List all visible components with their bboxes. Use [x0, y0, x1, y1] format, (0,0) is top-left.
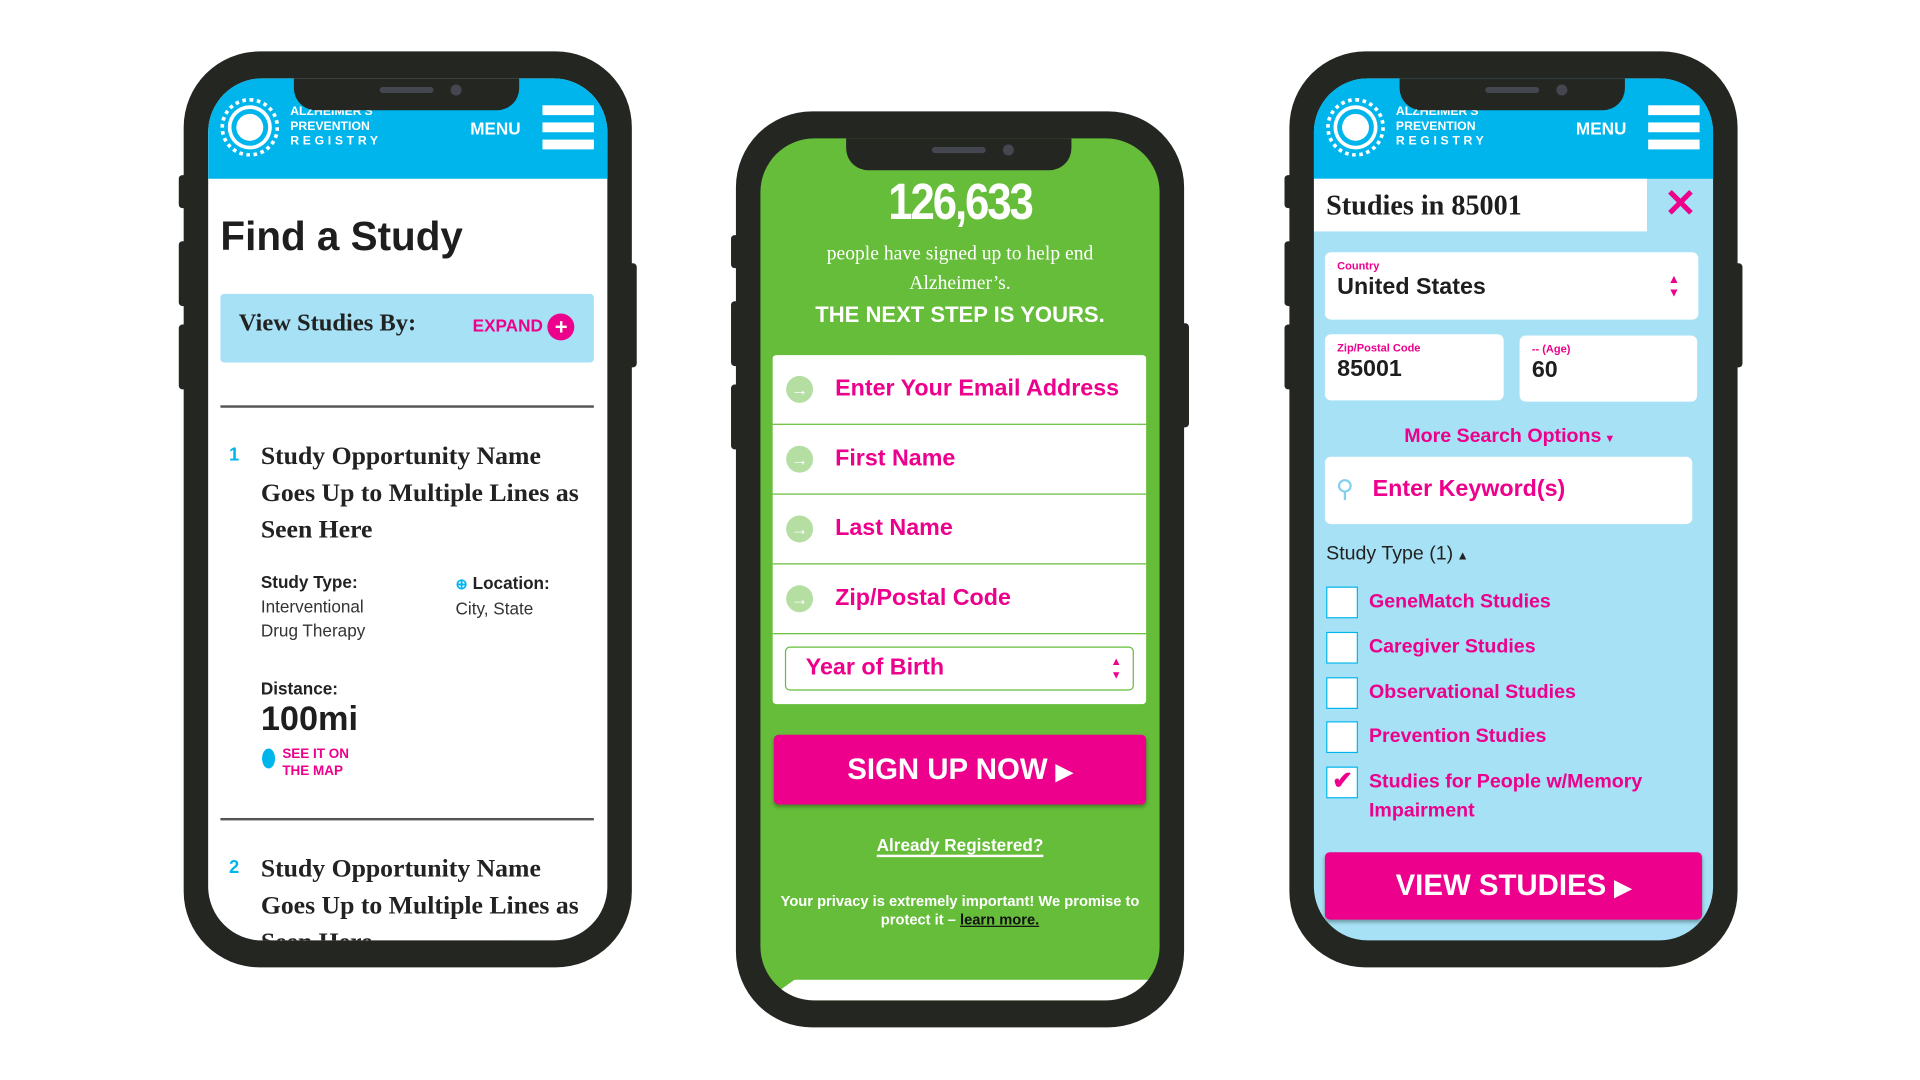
- divider: [220, 817, 594, 821]
- study-number: 1: [228, 444, 240, 466]
- already-registered-wrap: Already Registered?: [760, 835, 1159, 858]
- learn-more-link[interactable]: learn more.: [960, 911, 1039, 928]
- checkbox-genematch[interactable]: [1326, 586, 1358, 619]
- search-icon: ⚲: [1335, 476, 1354, 504]
- checkmark-icon: ✔: [1332, 767, 1353, 795]
- checkbox-caregiver[interactable]: [1326, 631, 1358, 664]
- screen: 126,633 people have signed up to help en…: [760, 138, 1160, 1001]
- country-select[interactable]: Country United States ▲ ▼: [1324, 252, 1699, 320]
- logo-text: ALZHEIMER'S PREVENTION REGISTRY: [1395, 105, 1488, 149]
- search-title: Studies in 85001: [1326, 189, 1522, 221]
- privacy-text: Your privacy is extremely important! We …: [780, 892, 1140, 929]
- more-search-options-link[interactable]: More Search Options ▼: [1314, 426, 1706, 448]
- globe-icon: ⊕: [455, 575, 468, 593]
- logo-icon[interactable]: [220, 97, 280, 157]
- view-by-label: View Studies By:: [238, 309, 417, 337]
- map-pin-icon: ⬮: [260, 745, 277, 773]
- zip-field[interactable]: → Zip/Postal Code: [772, 564, 1147, 635]
- page-title: Find a Study: [220, 213, 463, 259]
- last-name-field[interactable]: → Last Name: [772, 495, 1147, 565]
- location-label: ⊕ Location:: [455, 573, 550, 593]
- close-icon[interactable]: ✕: [1664, 184, 1697, 223]
- keyword-input[interactable]: ⚲ Enter Keyword(s): [1324, 456, 1693, 525]
- checkbox-label[interactable]: Observational Studies: [1369, 678, 1687, 707]
- signup-subtitle: people have signed up to help end Alzheim…: [826, 243, 1094, 294]
- view-studies-button[interactable]: VIEW STUDIES ▶: [1324, 852, 1703, 920]
- first-name-field[interactable]: → First Name: [772, 425, 1147, 495]
- arrow-right-icon: →: [786, 445, 814, 473]
- distance-value: 100mi: [260, 699, 359, 738]
- view-studies-by-panel[interactable]: View Studies By: EXPAND +: [220, 293, 594, 363]
- menu-label[interactable]: MENU: [470, 119, 520, 139]
- phone-search: ALZHEIMER'S PREVENTION REGISTRY MENU Studi…: [1284, 51, 1743, 968]
- study-number: 2: [228, 857, 240, 878]
- caret-down-icon: ▼: [1601, 432, 1616, 445]
- screen: ALZHEIMER'S PREVENTION REGISTRY MENU Studi…: [1313, 78, 1714, 941]
- checkbox-label[interactable]: Caregiver Studies: [1369, 633, 1687, 662]
- search-title-bar: Studies in 85001: [1313, 178, 1647, 232]
- signup-form: → Enter Your Email Address → First Name → L…: [772, 355, 1147, 705]
- screen: ALZHEIMER'S PREVENTION REGISTRY MENU Find …: [208, 78, 608, 941]
- phone-find-study: ALZHEIMER'S PREVENTION REGISTRY MENU Find …: [178, 51, 637, 968]
- caret-up-icon: ▲: [1453, 549, 1469, 564]
- checkbox-label[interactable]: GeneMatch Studies: [1369, 588, 1687, 617]
- age-input[interactable]: -- (Age) 60: [1519, 335, 1698, 402]
- arrow-right-icon: →: [786, 585, 814, 613]
- study-type-value: Interventional Drug Therapy: [260, 596, 366, 641]
- study-title-link[interactable]: Study Opportunity Name Goes Up to Multip…: [261, 437, 592, 547]
- checkbox-label[interactable]: Prevention Studies: [1369, 722, 1687, 751]
- zip-input[interactable]: Zip/Postal Code 85001: [1324, 334, 1504, 401]
- logo-icon[interactable]: [1326, 97, 1385, 157]
- phone-signup: 126,633 people have signed up to help en…: [731, 111, 1189, 1028]
- see-on-map-link[interactable]: ⬮ SEE IT ON THE MAP: [261, 746, 349, 780]
- logo-text: ALZHEIMER'S PREVENTION REGISTRY: [290, 105, 382, 149]
- hamburger-icon[interactable]: [542, 105, 594, 156]
- expand-button[interactable]: EXPAND +: [473, 313, 575, 341]
- hamburger-icon[interactable]: [1648, 105, 1700, 156]
- arrow-right-icon: →: [786, 515, 814, 543]
- menu-label[interactable]: MENU: [1576, 119, 1626, 139]
- checkbox-observational[interactable]: [1326, 677, 1358, 709]
- caret-right-icon: ▶: [1055, 759, 1073, 784]
- divider: [220, 405, 594, 408]
- checkbox-memory-impairment[interactable]: ✔: [1326, 766, 1358, 799]
- email-field[interactable]: → Enter Your Email Address: [772, 355, 1147, 425]
- plus-icon: +: [547, 313, 575, 341]
- arrow-right-icon: →: [786, 375, 814, 403]
- footer-edge: [760, 979, 1160, 1001]
- study-type-label: Study Type:: [260, 571, 358, 592]
- signup-count: 126,633: [888, 172, 1034, 231]
- checkbox-prevention[interactable]: [1326, 721, 1358, 754]
- already-registered-link[interactable]: Already Registered?: [877, 835, 1044, 858]
- caret-right-icon: ▶: [1614, 875, 1632, 901]
- headline: THE NEXT STEP IS YOURS.: [815, 302, 1105, 327]
- select-arrows-icon: ▲ ▼: [1110, 655, 1122, 681]
- study-type-toggle[interactable]: Study Type (1) ▲: [1326, 544, 1469, 566]
- distance-label: Distance:: [260, 678, 339, 698]
- year-of-birth-select[interactable]: Year of Birth ▲ ▼: [784, 646, 1134, 691]
- sign-up-button[interactable]: SIGN UP NOW ▶: [773, 734, 1147, 805]
- study-title-link[interactable]: Study Opportunity Name Goes Up to Multip…: [261, 850, 592, 940]
- checkbox-label[interactable]: Studies for People w/Memory Impairment: [1369, 768, 1687, 827]
- select-arrows-icon: ▲ ▼: [1667, 273, 1681, 301]
- location-value: City, State: [455, 598, 534, 619]
